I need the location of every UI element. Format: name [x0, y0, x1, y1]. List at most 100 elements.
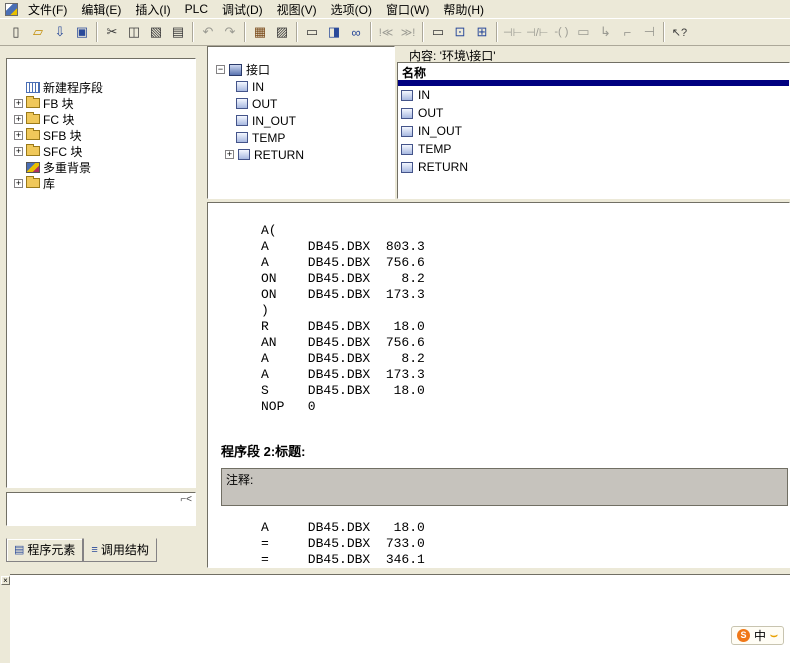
menu-options[interactable]: 选项(O) — [324, 0, 379, 20]
symbol-info-button[interactable]: ◨ — [323, 21, 345, 43]
declaration-return-icon — [238, 149, 250, 160]
window-system-icon[interactable] — [5, 3, 18, 16]
stl-code-editor[interactable]: A( A DB45.DBX 803.3 A DB45.DBX 756.6 ON … — [207, 202, 790, 568]
menu-view[interactable]: 视图(V) — [270, 0, 324, 20]
sidebar-item-label: SFC 块 — [43, 143, 82, 160]
new-file-icon: ▯ — [12, 24, 19, 40]
network1-code[interactable]: A( A DB45.DBX 803.3 A DB45.DBX 756.6 ON … — [261, 223, 789, 415]
ime-pen-icon[interactable]: ⌣ — [770, 628, 778, 643]
previous-error-button: !≪ — [375, 21, 397, 43]
menu-help[interactable]: 帮助(H) — [436, 0, 491, 20]
sidebar-item-label: SFB 块 — [43, 127, 82, 144]
table-row-in-out[interactable]: IN_OUT — [398, 122, 789, 140]
cut-button[interactable]: ✂ — [101, 21, 123, 43]
new-network-button[interactable]: ▭ — [427, 21, 449, 43]
ime-language-mode[interactable]: 中 — [754, 627, 766, 644]
paste-button[interactable]: ▧ — [145, 21, 167, 43]
sidebar-item-libraries[interactable]: + 库 — [7, 175, 195, 191]
menu-plc[interactable]: PLC — [178, 0, 215, 18]
coil-button: -( ) — [550, 21, 572, 43]
reference-data-button[interactable]: ▨ — [271, 21, 293, 43]
help-cursor-icon: ↖? — [672, 26, 687, 39]
menu-edit[interactable]: 编辑(E) — [74, 0, 128, 20]
row-label: TEMP — [418, 142, 451, 156]
print-button[interactable]: ▤ — [167, 21, 189, 43]
tree-item-in[interactable]: IN — [208, 78, 394, 95]
program-elements-overview-button[interactable]: ⊡ — [449, 21, 471, 43]
folder-icon — [26, 178, 40, 188]
sidebar-item-sfb-blocks[interactable]: + SFB 块 — [7, 127, 195, 143]
previous-error-icon: !≪ — [379, 26, 394, 39]
declaration-inout-icon — [401, 126, 413, 137]
table-row-in[interactable]: IN — [398, 86, 789, 104]
new-file-button[interactable]: ▯ — [5, 21, 27, 43]
tree-item-interface[interactable]: − 接口 — [208, 61, 394, 78]
menu-debug[interactable]: 调试(D) — [215, 0, 270, 20]
interface-icon — [229, 64, 242, 76]
tab-program-elements[interactable]: ▤ 程序元素 — [6, 538, 83, 562]
empty-box-button: ▭ — [572, 21, 594, 43]
expand-minus-icon[interactable]: − — [216, 65, 225, 74]
open-folder-button[interactable]: ▱ — [27, 21, 49, 43]
tab-call-structure[interactable]: ≡ 调用结构 — [83, 538, 156, 562]
ime-brand-icon[interactable]: S — [737, 629, 750, 642]
open-folder-icon: ▱ — [33, 24, 43, 40]
sidebar-item-fb-blocks[interactable]: + FB 块 — [7, 95, 195, 111]
expand-plus-icon[interactable]: + — [14, 115, 23, 124]
expand-plus-icon[interactable]: + — [14, 131, 23, 140]
menu-insert[interactable]: 插入(I) — [128, 0, 177, 20]
save-icon: ▣ — [76, 24, 88, 40]
tree-item-in-out[interactable]: IN_OUT — [208, 112, 394, 129]
contact-nc-button: ⊣/⊢ — [524, 21, 550, 43]
expand-plus-icon[interactable]: + — [14, 147, 23, 156]
paste-icon: ▧ — [150, 24, 162, 40]
tree-item-label: TEMP — [252, 131, 285, 145]
table-row-temp[interactable]: TEMP — [398, 140, 789, 158]
address-grid-button[interactable]: ⊞ — [471, 21, 493, 43]
branch-scroll-icon[interactable]: ⌐< — [180, 494, 192, 505]
tree-item-out[interactable]: OUT — [208, 95, 394, 112]
row-label: RETURN — [418, 160, 468, 174]
expand-plus-icon[interactable]: + — [14, 99, 23, 108]
table-row-out[interactable]: OUT — [398, 104, 789, 122]
sidebar-item-new-network[interactable]: 新建程序段 — [7, 79, 195, 95]
table-row-return[interactable]: RETURN — [398, 158, 789, 176]
toolbar-separator — [663, 22, 665, 42]
download-button[interactable]: ⇩ — [49, 21, 71, 43]
network2-code[interactable]: A DB45.DBX 18.0 = DB45.DBX 733.0 = DB45.… — [261, 520, 789, 568]
sidebar-item-label: 新建程序段 — [43, 79, 103, 96]
block-overview-button[interactable]: ▦ — [249, 21, 271, 43]
coil-icon: -( ) — [554, 26, 568, 38]
interface-tree: − 接口 IN OUT IN_OUT TEMP + RETURN — [207, 46, 395, 199]
copy-button[interactable]: ◫ — [123, 21, 145, 43]
expand-plus-icon[interactable]: + — [225, 150, 234, 159]
next-error-button: ≫! — [397, 21, 419, 43]
sidebar-item-label: FC 块 — [43, 111, 74, 128]
menu-window[interactable]: 窗口(W) — [379, 0, 436, 20]
tree-item-temp[interactable]: TEMP — [208, 129, 394, 146]
tree-item-return[interactable]: + RETURN — [208, 146, 394, 163]
sidebar-item-fc-blocks[interactable]: + FC 块 — [7, 111, 195, 127]
sidebar-item-multi-instance[interactable]: 多重背景 — [7, 159, 195, 175]
block-overview-icon: ▦ — [254, 24, 266, 40]
folder-icon — [26, 114, 40, 124]
output-pane[interactable] — [10, 574, 790, 663]
expand-plus-icon[interactable]: + — [14, 179, 23, 188]
monitor-glasses-button[interactable]: ∞ — [345, 21, 367, 43]
symbol-display-button[interactable]: ▭ — [301, 21, 323, 43]
column-header-label: 名称 — [402, 66, 426, 80]
help-cursor-button[interactable]: ↖? — [668, 21, 690, 43]
menu-file[interactable]: 文件(F) — [21, 0, 74, 20]
reference-data-icon: ▨ — [276, 24, 288, 40]
network2-title[interactable]: 程序段 2:标题: — [221, 441, 789, 460]
column-header-name[interactable]: 名称 — [398, 63, 789, 80]
save-button[interactable]: ▣ — [71, 21, 93, 43]
network2-comment-box[interactable]: 注释: — [221, 468, 788, 506]
close-icon[interactable]: × — [1, 576, 10, 585]
redo-icon: ↷ — [225, 24, 236, 40]
dock-edge-strip — [0, 574, 10, 663]
sidebar-item-sfc-blocks[interactable]: + SFC 块 — [7, 143, 195, 159]
row-label: OUT — [418, 106, 443, 120]
folder-icon — [26, 146, 40, 156]
contents-pane: 内容: '环境\接口' 名称 IN OUT IN_OUT TEMP RETURN — [397, 46, 790, 199]
